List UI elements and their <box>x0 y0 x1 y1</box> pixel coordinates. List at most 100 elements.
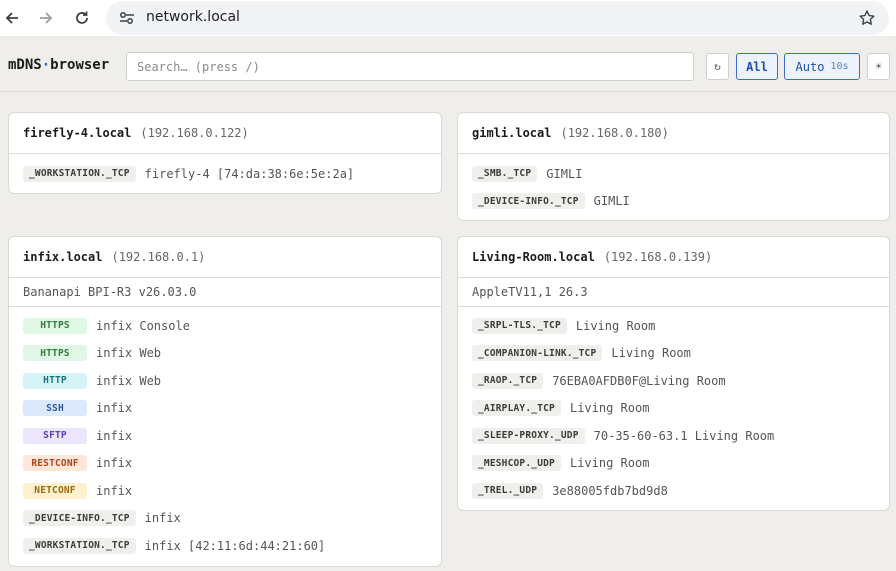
brand-left: mDNS <box>8 57 42 73</box>
service-type-badge: _SLEEP-PROXY._UDP <box>472 427 585 444</box>
reload-button[interactable] <box>70 6 94 30</box>
service-row[interactable]: _TREL._UDP 3e88005fdb7bd9d8 <box>458 477 889 505</box>
service-list: _SRPL-TLS._TCP Living Room _COMPANION-LI… <box>458 307 889 505</box>
site-info-button[interactable] <box>116 8 138 28</box>
service-row[interactable]: _SRPL-TLS._TCP Living Room <box>458 312 889 340</box>
service-name: Living Room <box>569 401 650 416</box>
host-card: gimli.local (192.168.0.180) _SMB._TCP GI… <box>457 112 890 221</box>
browser-toolbar: network.local <box>0 0 896 36</box>
service-name: infix <box>96 428 133 443</box>
app-brand: mDNS·browser <box>8 57 109 73</box>
service-type-badge: _DEVICE-INFO._TCP <box>23 510 136 527</box>
service-row[interactable]: NETCONF infix <box>9 477 441 505</box>
service-row[interactable]: _COMPANION-LINK._TCP Living Room <box>458 340 889 368</box>
service-row[interactable]: _WORKSTATION._TCP firefly-4 [74:da:38:6e… <box>9 160 441 188</box>
address-bar[interactable]: network.local <box>106 1 889 35</box>
service-name: 76EBA0AFDB0F@Living Room <box>552 373 726 388</box>
auto-label: Auto <box>795 59 825 74</box>
bookmark-button[interactable] <box>857 8 877 28</box>
service-name: GIMLI <box>593 194 630 209</box>
service-type-badge: NETCONF <box>23 482 87 499</box>
service-row[interactable]: _SLEEP-PROXY._UDP 70-35-60-63.1 Living R… <box>458 422 889 450</box>
host-info: Bananapi BPI-R3 v26.03.0 <box>9 278 441 307</box>
service-name: infix [42:11:6d:44:21:60] <box>144 538 326 553</box>
service-type-badge: SSH <box>23 400 87 417</box>
host-header: infix.local (192.168.0.1) <box>9 237 441 278</box>
service-type-badge: HTTP <box>23 372 87 389</box>
service-row[interactable]: _DEVICE-INFO._TCP infix <box>9 505 441 533</box>
host-ip: (192.168.0.122) <box>140 126 249 140</box>
filter-all-button[interactable]: All <box>736 53 778 80</box>
app-header: mDNS·browser ↻ All Auto 10s ☀ <box>0 36 896 92</box>
service-row[interactable]: _SMB._TCP GIMLI <box>458 160 889 188</box>
host-ip: (192.168.0.180) <box>560 126 669 140</box>
service-name: GIMLI <box>546 166 583 181</box>
service-row[interactable]: _AIRPLAY._TCP Living Room <box>458 395 889 423</box>
host-header: gimli.local (192.168.0.180) <box>458 113 889 154</box>
search-box <box>126 52 694 81</box>
back-button[interactable] <box>0 6 24 30</box>
service-type-badge: _WORKSTATION._TCP <box>23 165 136 182</box>
host-card: firefly-4.local (192.168.0.122) _WORKSTA… <box>8 112 442 194</box>
service-name: infix <box>96 401 133 416</box>
auto-refresh-button[interactable]: Auto 10s <box>784 53 860 80</box>
service-name: infix <box>144 511 181 526</box>
service-list: _WORKSTATION._TCP firefly-4 [74:da:38:6e… <box>9 154 441 188</box>
arrow-right-icon <box>40 12 53 24</box>
service-name: Living Room <box>611 346 691 361</box>
service-type-badge: _COMPANION-LINK._TCP <box>472 345 603 362</box>
service-row[interactable]: SFTP infix <box>9 422 441 450</box>
service-name: infix Console <box>96 318 190 333</box>
service-type-badge: _TREL._UDP <box>472 482 544 499</box>
host-header: Living-Room.local (192.168.0.139) <box>458 237 889 278</box>
service-name: infix <box>96 456 133 471</box>
service-name: infix Web <box>96 346 162 361</box>
service-type-badge: HTTPS <box>23 345 87 362</box>
service-row[interactable]: _MESHCOP._UDP Living Room <box>458 450 889 478</box>
service-type-badge: _WORKSTATION._TCP <box>23 537 136 554</box>
auto-interval: 10s <box>830 61 849 72</box>
theme-toggle-button[interactable]: ☀ <box>867 53 890 80</box>
service-name: 70-35-60-63.1 Living Room <box>593 428 775 443</box>
host-name: infix.local <box>23 250 103 264</box>
forward-button[interactable] <box>34 6 58 30</box>
host-name: Living-Room.local <box>472 250 595 264</box>
service-list: _SMB._TCP GIMLI _DEVICE-INFO._TCP GIMLI <box>458 154 889 215</box>
service-type-badge: HTTPS <box>23 317 87 334</box>
service-row[interactable]: HTTP infix Web <box>9 367 441 395</box>
service-name: infix Web <box>96 373 162 388</box>
service-type-badge: RESTCONF <box>23 455 87 472</box>
service-row[interactable]: _DEVICE-INFO._TCP GIMLI <box>458 188 889 216</box>
service-row[interactable]: RESTCONF infix <box>9 450 441 478</box>
service-type-badge: _MESHCOP._UDP <box>472 455 561 472</box>
host-info: AppleTV11,1 26.3 <box>458 278 889 307</box>
host-card: infix.local (192.168.0.1) Bananapi BPI-R… <box>8 236 442 567</box>
service-list: HTTPS infix Console HTTPS infix Web HTTP… <box>9 307 441 560</box>
service-type-badge: _AIRPLAY._TCP <box>472 400 561 417</box>
service-row[interactable]: _RAOP._TCP 76EBA0AFDB0F@Living Room <box>458 367 889 395</box>
brand-right: browser <box>50 57 110 73</box>
service-name: firefly-4 [74:da:38:6e:5e:2a] <box>144 166 355 181</box>
host-ip: (192.168.0.139) <box>603 250 713 264</box>
service-row[interactable]: SSH infix <box>9 395 441 423</box>
arrow-left-icon <box>5 12 18 24</box>
url-text[interactable]: network.local <box>146 9 240 25</box>
host-ip: (192.168.0.1) <box>111 250 206 264</box>
refresh-button[interactable]: ↻ <box>706 53 729 80</box>
host-card: Living-Room.local (192.168.0.139) AppleT… <box>457 236 890 511</box>
service-type-badge: SFTP <box>23 427 87 444</box>
service-row[interactable]: HTTPS infix Console <box>9 312 441 340</box>
service-type-badge: _DEVICE-INFO._TCP <box>472 193 585 210</box>
service-row[interactable]: _WORKSTATION._TCP infix [42:11:6d:44:21:… <box>9 532 441 560</box>
service-row[interactable]: HTTPS infix Web <box>9 340 441 368</box>
service-name: Living Room <box>569 456 650 471</box>
host-name: gimli.local <box>472 126 552 140</box>
service-name: 3e88005fdb7bd9d8 <box>552 483 668 498</box>
service-type-badge: _SMB._TCP <box>472 165 538 182</box>
tune-icon <box>120 12 134 24</box>
reload-icon <box>76 11 88 24</box>
service-type-badge: _SRPL-TLS._TCP <box>472 317 567 334</box>
search-input[interactable] <box>127 53 693 80</box>
brand-separator: · <box>41 57 51 73</box>
star-icon <box>859 10 875 25</box>
